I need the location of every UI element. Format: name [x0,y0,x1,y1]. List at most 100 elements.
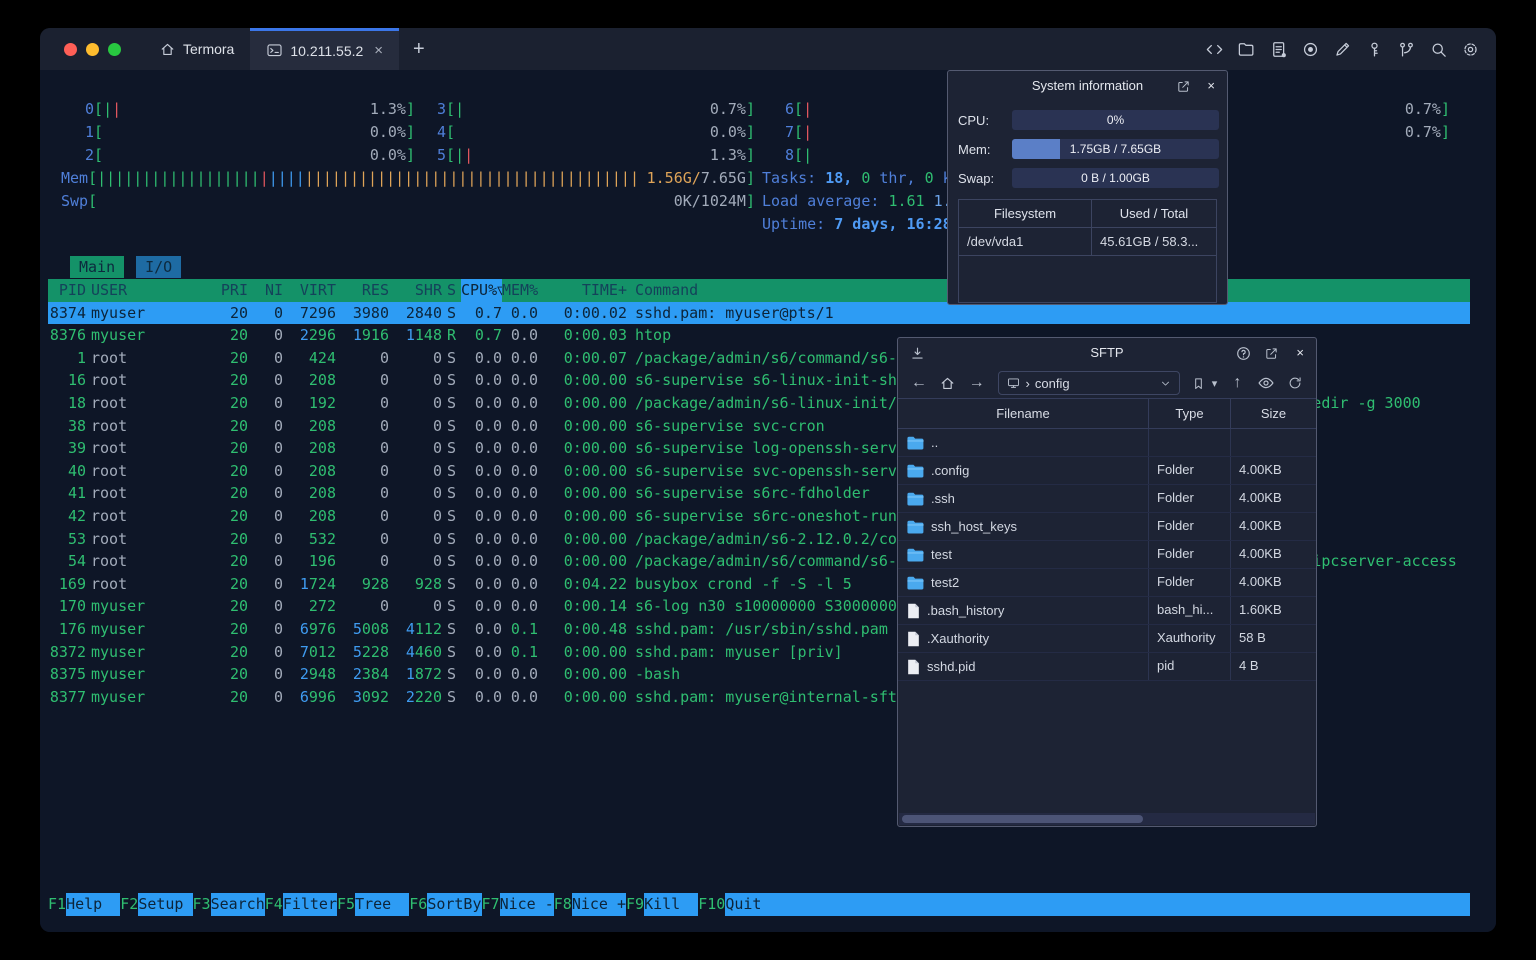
sftp-column-header-type[interactable]: Type [1149,399,1231,428]
fkey-action-nice+[interactable]: Nice + [571,893,626,916]
cell: 1148 [389,324,442,347]
view-tab-io[interactable]: I/O [136,256,182,278]
forward-icon[interactable]: → [965,371,989,395]
branch-icon[interactable] [1396,39,1416,59]
sftp-column-header-size[interactable]: Size [1231,399,1316,428]
file-row[interactable]: .. [898,429,1316,457]
key-icon[interactable] [1364,39,1384,59]
back-icon[interactable]: ← [907,371,931,395]
code-icon[interactable] [1204,39,1224,59]
fkey-action-quit[interactable]: Quit [725,893,1470,916]
show-hidden-files-icon[interactable] [1254,371,1278,395]
view-tab-main[interactable]: Main [70,256,125,278]
settings-icon[interactable] [1460,39,1480,59]
fkey-action-kill[interactable]: Kill [644,893,699,916]
column-header-pid[interactable]: PID [48,279,91,302]
file-row[interactable]: test2 Folder 4.00KB [898,569,1316,597]
cell: 0 [379,529,389,548]
scrollbar-thumb[interactable] [902,815,1144,823]
new-tab-button[interactable]: + [399,28,439,70]
file-row[interactable]: sshd.pid pid 4 B [898,653,1316,681]
meter-1: 1[0.0%] [85,121,415,144]
column-header-cpu[interactable]: CPU%▽ [461,279,502,302]
record-icon[interactable] [1300,39,1320,59]
pencil-icon[interactable] [1332,39,1352,59]
search-icon[interactable] [1428,39,1448,59]
file-row[interactable]: .bash_history bash_hi... 1.60KB [898,597,1316,625]
folder-icon[interactable] [1236,39,1256,59]
fkey-f4[interactable]: F4 [265,893,283,916]
zoom-window-button[interactable] [108,42,121,56]
refresh-icon[interactable] [1283,371,1307,395]
fkey-action-search[interactable]: Search [210,893,265,916]
cell: root [91,506,128,525]
file-row[interactable]: .ssh Folder 4.00KB [898,485,1316,513]
fkey-action-tree[interactable]: Tree [355,893,410,916]
close-window-button[interactable] [64,42,77,56]
fkey-f5[interactable]: F5 [337,893,355,916]
fkey-f7[interactable]: F7 [482,893,500,916]
cell: 20 [229,574,248,593]
cell: 208 [308,461,336,480]
help-icon[interactable] [1235,338,1252,368]
fkey-f1[interactable]: F1 [48,893,66,916]
fkey-action-help[interactable]: Help [66,893,121,916]
parent-directory-icon[interactable]: ↑ [1225,371,1249,395]
fkey-action-setup[interactable]: Setup [138,893,193,916]
fkey-f10[interactable]: F10 [698,893,725,916]
open-in-window-icon[interactable] [1176,71,1191,101]
meter-label: 8 [785,146,795,164]
file-row[interactable]: .Xauthority Xauthority 58 B [898,625,1316,653]
meter-open-bracket: [ [446,123,456,141]
fkey-f8[interactable]: F8 [554,893,572,916]
file-name: test [931,547,952,562]
column-header-user[interactable]: USER [91,279,213,302]
filesystem-table-header: Filesystem Used / Total [959,200,1216,228]
fkey-f3[interactable]: F3 [193,893,211,916]
path-breadcrumb[interactable]: › config [997,371,1181,395]
fkey-f9[interactable]: F9 [626,893,644,916]
column-header-pri[interactable]: PRI [213,279,248,302]
minimize-window-button[interactable] [86,42,99,56]
open-in-window-icon[interactable] [1264,338,1279,368]
meter-3: 3[| 0.7%] [437,98,755,121]
fkey-action-nice-[interactable]: Nice - [499,893,554,916]
close-panel-icon[interactable]: × [1207,71,1215,101]
tab-termora-home[interactable]: Termora [143,28,250,70]
file-row[interactable]: .config Folder 4.00KB [898,457,1316,485]
download-icon[interactable] [909,338,926,368]
column-header-time+[interactable]: TIME+ [538,279,627,302]
sftp-column-header-filename[interactable]: Filename [898,399,1149,428]
column-header-shr[interactable]: SHR [389,279,442,302]
process-row[interactable]: 8374 myuser 20 0 7296 3980 2840 S 0.7 0.0 0:00.02 s… [48,301,1470,325]
close-tab-icon[interactable]: × [374,42,383,59]
fs-column-header[interactable]: Used / Total [1092,200,1216,227]
meter-close-bracket: ] [745,169,755,187]
horizontal-scrollbar[interactable] [899,813,1315,825]
filesystem-row[interactable]: /dev/vda1 45.61GB / 58.3... [959,228,1216,256]
notes-icon[interactable] [1268,39,1288,59]
cell: 3980 [336,302,389,325]
fs-column-header[interactable]: Filesystem [959,200,1092,227]
column-header-virt[interactable]: VIRT [283,279,336,302]
fkey-action-sortby[interactable]: SortBy [427,893,482,916]
bookmark-icon[interactable] [1189,371,1207,395]
cell: 0.0 [474,393,502,412]
column-header-ni[interactable]: NI [248,279,283,302]
file-row[interactable]: test Folder 4.00KB [898,541,1316,569]
column-header-s[interactable]: S [442,279,461,302]
fkey-action-filter[interactable]: Filter [282,893,337,916]
bookmark-dropdown-caret[interactable]: ▾ [1208,371,1220,395]
cell: 0.0 [474,574,502,593]
close-panel-icon[interactable]: × [1296,338,1304,368]
file-row[interactable]: ssh_host_keys Folder 4.00KB [898,513,1316,541]
fkey-f6[interactable]: F6 [409,893,427,916]
gauge-bar: 1.75GB / 7.65GB [1012,139,1219,159]
home-directory-icon[interactable] [936,371,960,395]
chevron-down-icon[interactable] [1159,377,1172,390]
tab-ssh-session[interactable]: 10.211.55.2 × [250,28,400,70]
column-header-res[interactable]: RES [336,279,389,302]
fkey-f2[interactable]: F2 [120,893,138,916]
cell: 0 [273,597,283,616]
column-header-mem[interactable]: MEM% [502,279,538,302]
